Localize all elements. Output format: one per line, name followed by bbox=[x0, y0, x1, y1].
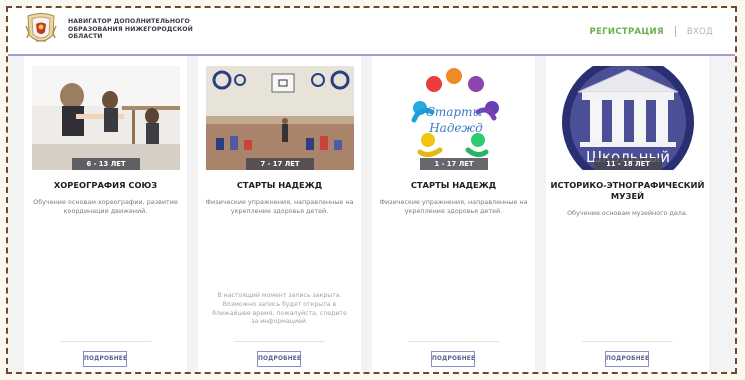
dashed-frame bbox=[6, 6, 737, 374]
